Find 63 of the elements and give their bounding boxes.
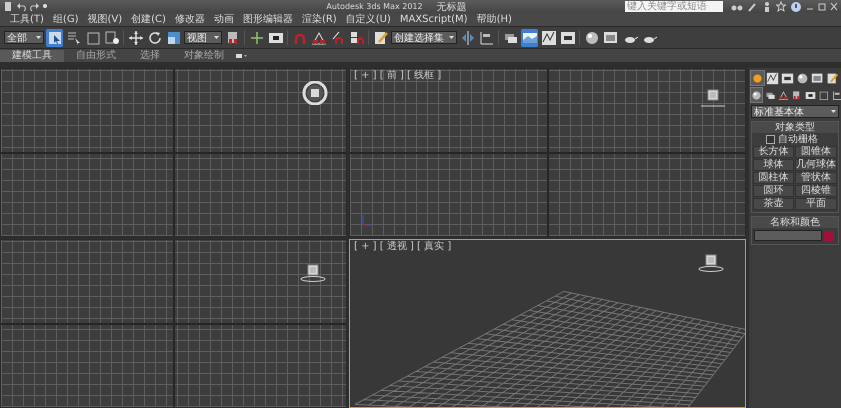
primitive-type-dropdown[interactable]: 标准基本体 — [751, 105, 839, 118]
document-title: 无标题 — [436, 0, 467, 14]
view-cube-icon — [301, 81, 329, 105]
person-icon[interactable] — [762, 1, 772, 12]
selection-filter-dropdown[interactable]: 全部 — [4, 31, 44, 44]
menu-item[interactable]: 创建(C) — [131, 14, 166, 26]
reference-coordinate-dropdown[interactable]: 视图 — [184, 31, 222, 44]
close-icon[interactable] — [830, 1, 838, 12]
viewport[interactable]: [ + ] [ 前 ] [ 线框 ] — [349, 68, 746, 237]
rollout-header[interactable]: 名称和颜色 — [752, 217, 838, 228]
move-icon[interactable] — [127, 28, 144, 46]
curve-icon[interactable] — [540, 28, 557, 46]
ribbon-tab[interactable]: 自由形式 — [64, 50, 128, 62]
viewport[interactable]: [ + ] [ 透视 ] [ 真实 ] — [349, 239, 746, 408]
color-swatch[interactable] — [824, 230, 834, 240]
file-icon — [3, 1, 13, 12]
menu-item[interactable]: 动画 — [214, 14, 234, 26]
frame-tab-icon[interactable] — [811, 71, 824, 85]
caret-icon — [36, 36, 41, 39]
caret-icon — [831, 110, 836, 113]
viewport-label[interactable]: [ + ] [ 透视 ] [ 真实 ] — [354, 241, 452, 253]
menu-item[interactable]: 视图(V) — [87, 14, 122, 26]
menu-item[interactable]: 渲染(R) — [302, 14, 337, 26]
menu-item[interactable]: 修改器 — [174, 14, 205, 26]
menu-item[interactable]: 自定义(U) — [346, 14, 391, 26]
primitive-button[interactable]: 管状体 — [795, 172, 837, 184]
caret-icon — [214, 36, 219, 39]
caret-icon — [449, 36, 454, 39]
cursor-icon[interactable] — [46, 28, 63, 46]
curve-tab-icon[interactable] — [766, 71, 779, 85]
primitive-button[interactable]: 圆锥体 — [795, 146, 837, 158]
rollout-header[interactable]: 对象类型 — [752, 122, 838, 133]
menu-item[interactable]: 组(G) — [52, 14, 78, 26]
sphere-tab-icon[interactable] — [796, 71, 809, 85]
sphere-category-icon[interactable] — [751, 88, 762, 102]
app-title: Autodesk 3ds Max 2012 — [326, 2, 423, 11]
primitive-button[interactable]: 几何球体 — [795, 159, 837, 171]
primitive-button[interactable]: 球体 — [753, 159, 794, 171]
primitive-button[interactable]: 四棱锥 — [795, 185, 837, 197]
ribbon-tab[interactable]: 建模工具 — [0, 50, 64, 62]
primitive-button[interactable]: 长方体 — [753, 146, 794, 158]
menu-item[interactable]: 图形编辑器 — [242, 14, 293, 26]
primitive-button[interactable]: 圆柱体 — [753, 172, 794, 184]
named-selection-set-dropdown[interactable]: 创建选择集 — [391, 31, 457, 44]
menu-item[interactable]: 工具(T) — [10, 14, 44, 26]
undo-icon[interactable] — [16, 1, 26, 12]
name-field[interactable] — [754, 230, 822, 241]
ribbon-options-icon[interactable] — [236, 52, 247, 58]
menu-item[interactable]: MAXScript(M) — [400, 14, 468, 26]
primitive-button[interactable]: 圆环 — [753, 185, 794, 197]
primitive-button[interactable]: 茶壶 — [753, 198, 794, 210]
ribbon-tab[interactable]: 选择 — [128, 50, 172, 62]
primitive-button[interactable]: 平面 — [795, 198, 837, 210]
restore-icon[interactable] — [818, 1, 826, 12]
star-icon[interactable] — [776, 1, 786, 12]
redo-icon[interactable] — [29, 1, 39, 12]
autogrid-checkbox[interactable]: 自动栅格 — [752, 134, 838, 145]
crossing-icon[interactable] — [103, 28, 120, 46]
pencil-tab-icon[interactable] — [826, 71, 839, 85]
help-icon[interactable] — [790, 0, 802, 12]
ribbon-tab[interactable]: 对象绘制 — [172, 50, 236, 62]
menu-item[interactable]: 帮助(H) — [476, 14, 512, 26]
viewport-label[interactable]: [ + ] [ 前 ] [ 线框 ] — [354, 70, 442, 82]
